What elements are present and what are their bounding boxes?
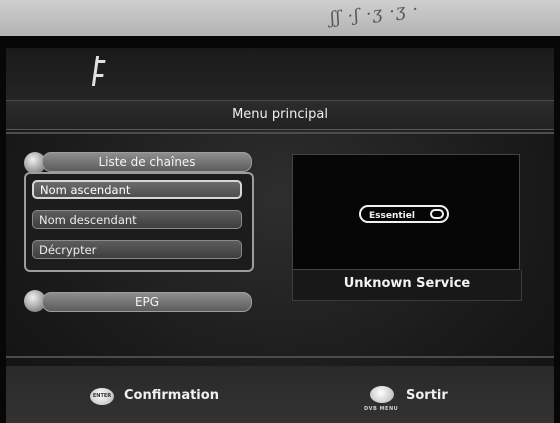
menu-key-caption: DVB MENU	[364, 406, 399, 412]
menu-item-epg[interactable]: EPG	[42, 292, 252, 312]
exit-hint: Sortir	[406, 388, 448, 403]
menu-title: Menu principal	[6, 100, 554, 130]
sort-submenu: Nom ascendant Nom descendant Décrypter	[24, 172, 254, 272]
menu-key-icon	[370, 386, 394, 403]
b-logo-icon	[430, 209, 444, 219]
tv-screen: Menu principal Liste de chaînes Réglage …	[6, 48, 554, 423]
service-name: Unknown Service	[292, 270, 522, 301]
channel-mark-icon	[91, 56, 114, 86]
submenu-item-decrypt[interactable]: Décrypter	[32, 240, 242, 259]
divider	[6, 356, 554, 358]
top-band	[6, 48, 554, 100]
divider	[6, 132, 554, 134]
submenu-item-name-ascending[interactable]: Nom ascendant	[32, 180, 242, 199]
confirm-hint: Confirmation	[124, 388, 219, 403]
wall-scribble: ʃʃ ·ʃ ·ʒ ·ʒ ·	[329, 0, 421, 29]
essentiel-logo: Essentiel	[359, 205, 449, 223]
menu-item-channel-list[interactable]: Liste de chaînes	[42, 152, 252, 172]
channel-preview: Essentiel	[292, 154, 520, 270]
enter-key-icon: ENTER	[90, 388, 114, 405]
footer-bar: ENTER Confirmation DVB MENU Sortir	[6, 366, 554, 423]
submenu-item-name-descending[interactable]: Nom descendant	[32, 210, 242, 229]
logo-text: Essentiel	[369, 211, 415, 221]
